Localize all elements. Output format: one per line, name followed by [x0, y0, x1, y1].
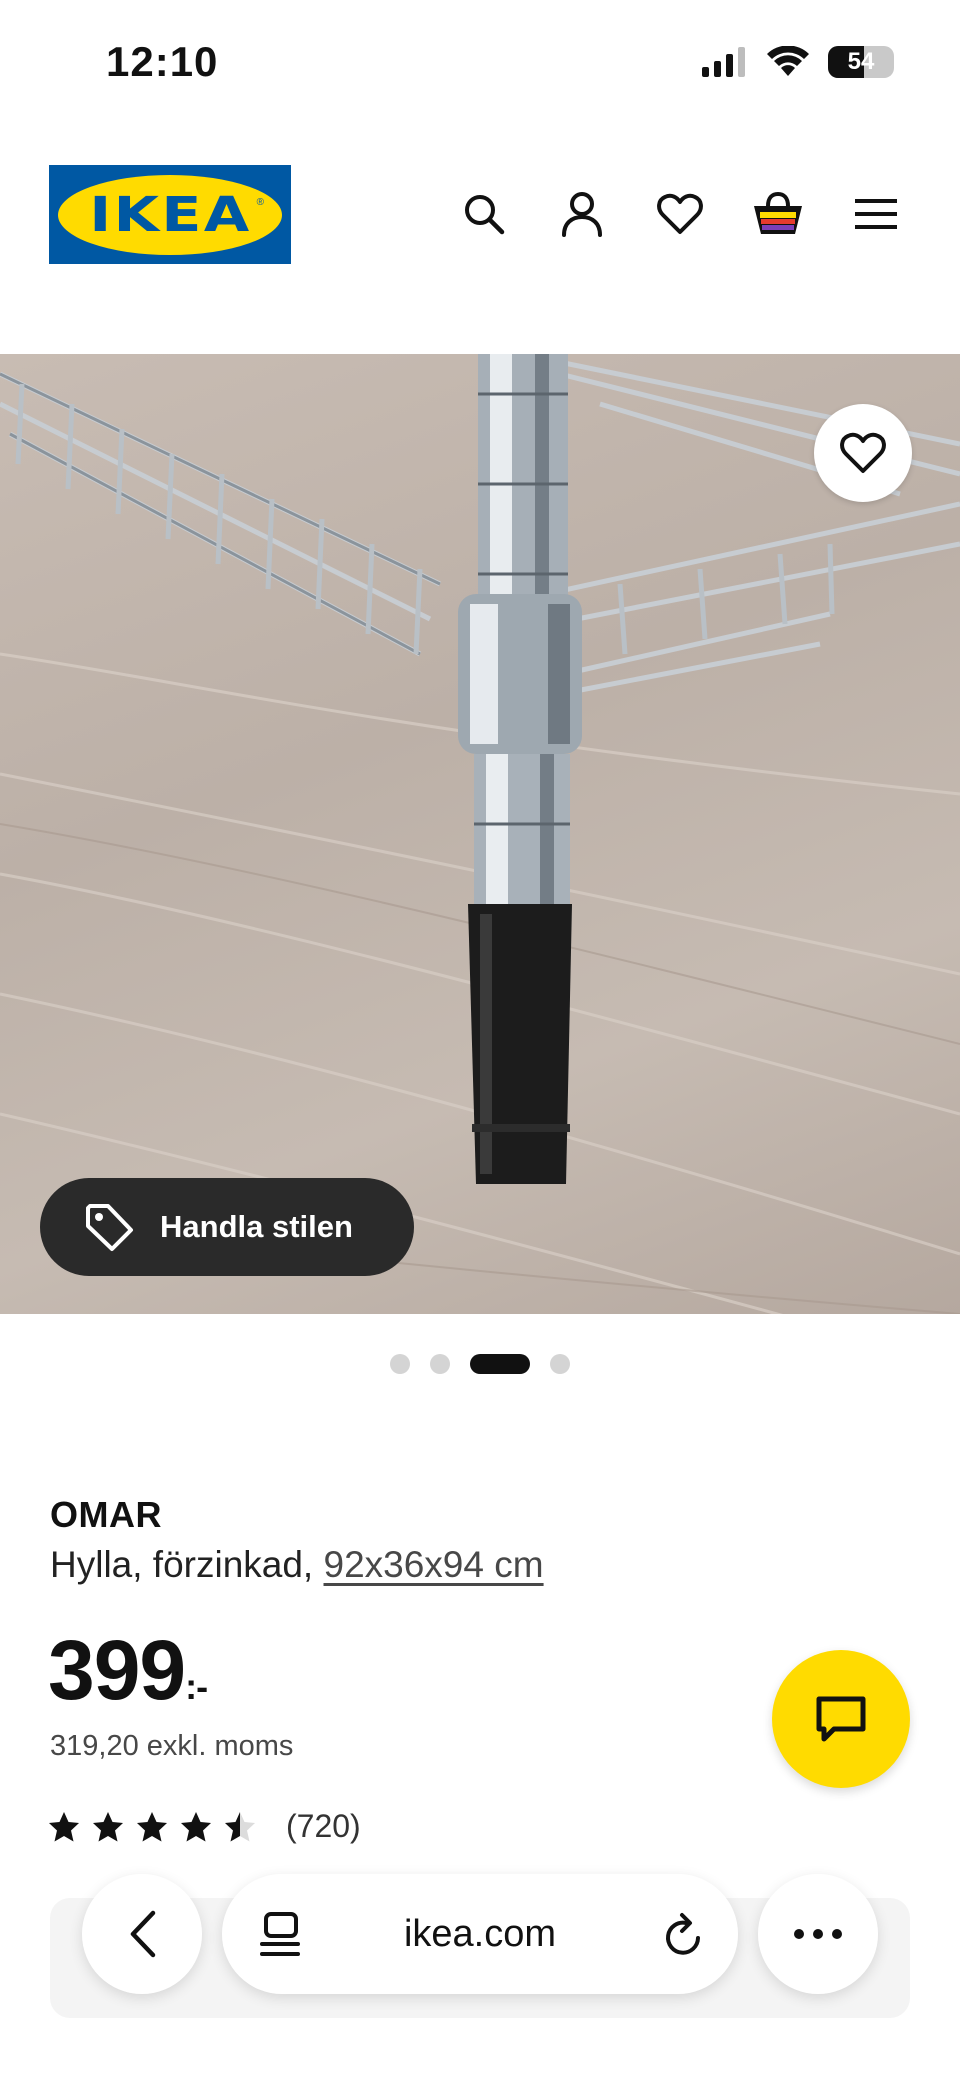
image-carousel-dots	[0, 1354, 960, 1374]
browser-more-button[interactable]	[758, 1874, 878, 1994]
site-header: IKEA ®	[0, 164, 960, 264]
status-icons: 54	[700, 46, 894, 78]
price-value: 399	[48, 1623, 186, 1717]
logo-text: IKEA	[88, 186, 252, 243]
browser-url: ikea.com	[403, 1912, 557, 1955]
carousel-dot[interactable]	[430, 1354, 450, 1374]
ikea-logo[interactable]: IKEA ®	[49, 165, 291, 264]
carousel-dot[interactable]	[390, 1354, 410, 1374]
heart-icon	[840, 432, 886, 473]
star-icon	[49, 1811, 79, 1841]
shopping-bag-icon[interactable]	[750, 186, 806, 242]
chat-button[interactable]	[772, 1650, 910, 1788]
product-brand: OMAR	[50, 1494, 162, 1535]
header-actions	[456, 186, 904, 242]
wifi-icon	[767, 46, 809, 76]
search-icon[interactable]	[456, 186, 512, 242]
product-size-link[interactable]: 92x36x94 cm	[324, 1544, 544, 1585]
reload-icon[interactable]	[662, 1910, 706, 1958]
product-description: Hylla, förzinkad, 92x36x94 cm	[50, 1544, 544, 1586]
shop-the-style-button[interactable]: Handla stilen	[40, 1178, 414, 1276]
browser-toolbar: ikea.com	[0, 1874, 960, 1998]
star-icon	[93, 1811, 123, 1841]
browser-address-bar[interactable]: ikea.com	[222, 1874, 738, 1994]
cellular-signal-icon	[702, 47, 745, 77]
product-photo	[0, 354, 960, 1314]
more-horizontal-icon	[794, 1929, 842, 1939]
star-icon	[137, 1811, 167, 1841]
carousel-dot[interactable]	[470, 1354, 530, 1374]
status-bar: 12:10 54	[0, 0, 960, 130]
account-icon[interactable]	[554, 186, 610, 242]
chat-bubble-icon	[816, 1696, 866, 1742]
heart-icon[interactable]	[652, 186, 708, 242]
battery-level: 54	[847, 48, 875, 75]
price-suffix: :-	[185, 1666, 208, 1707]
product-type: Hylla, förzinkad,	[50, 1544, 324, 1585]
carousel-dot[interactable]	[550, 1354, 570, 1374]
price-tag-icon	[86, 1204, 133, 1251]
star-icon	[181, 1811, 211, 1841]
add-to-wishlist-button[interactable]	[814, 404, 912, 502]
product-rating[interactable]: (720)	[48, 1808, 361, 1845]
battery-indicator: 54	[828, 46, 894, 78]
star-icon	[225, 1811, 255, 1841]
status-time: 12:10	[106, 38, 219, 85]
menu-icon[interactable]	[848, 186, 904, 242]
product-image[interactable]: Handla stilen	[0, 354, 960, 1314]
review-count: (720)	[286, 1808, 361, 1844]
chevron-left-icon	[130, 1910, 156, 1958]
product-price: 399:-	[48, 1628, 208, 1712]
browser-back-button[interactable]	[82, 1874, 202, 1994]
price-excl-vat: 319,20 exkl. moms	[50, 1730, 294, 1762]
shop-the-style-label: Handla stilen	[160, 1209, 353, 1244]
